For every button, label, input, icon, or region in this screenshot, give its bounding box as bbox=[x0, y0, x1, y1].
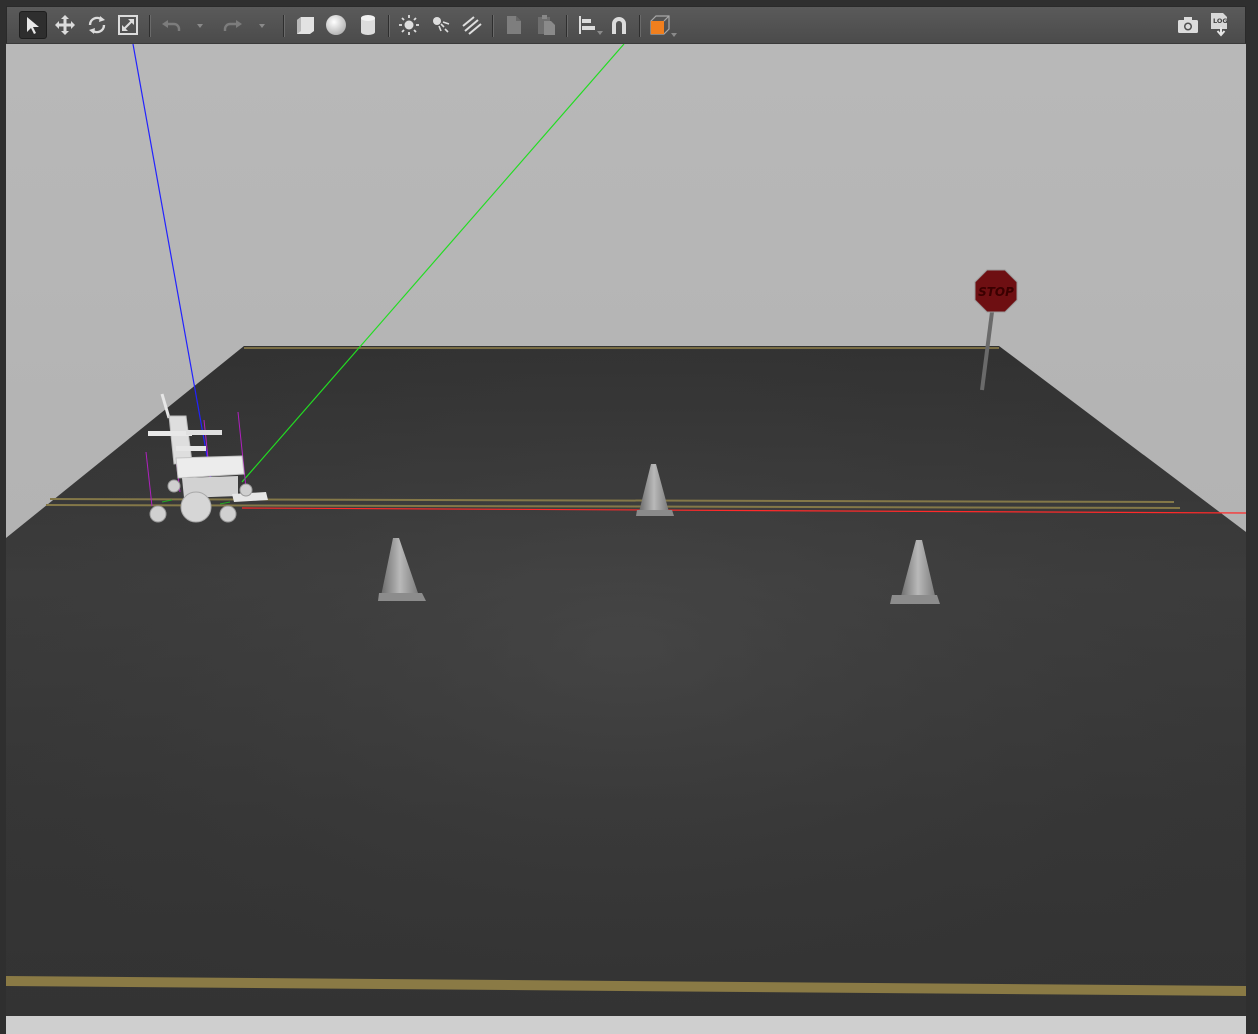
toolbar-separator bbox=[566, 15, 568, 37]
cone-base bbox=[378, 593, 426, 601]
screenshot-button[interactable] bbox=[1174, 11, 1202, 39]
wheelchair-drive-wheel bbox=[180, 491, 212, 523]
box-shape-icon bbox=[297, 17, 314, 34]
copy-button[interactable] bbox=[500, 11, 528, 39]
arrow-cursor-icon bbox=[27, 17, 39, 34]
view-angle-button[interactable] bbox=[646, 11, 674, 39]
undo-button[interactable] bbox=[157, 11, 185, 39]
point-light-icon bbox=[399, 15, 419, 35]
redo-button[interactable] bbox=[219, 11, 247, 39]
toolbar-separator bbox=[492, 15, 494, 37]
align-icon bbox=[579, 16, 595, 34]
redo-history-dropdown[interactable] bbox=[259, 24, 265, 28]
copy-icon bbox=[507, 16, 521, 34]
wheelchair-armrest bbox=[176, 446, 206, 451]
spot-light-icon bbox=[433, 17, 450, 33]
point-light-button[interactable] bbox=[395, 11, 423, 39]
bottom-panel-edge bbox=[6, 1016, 1246, 1034]
wheelchair-armrest bbox=[186, 430, 222, 435]
spot-light-button[interactable] bbox=[427, 11, 455, 39]
window-right-border bbox=[1246, 0, 1258, 1034]
toolbar: LOG bbox=[6, 6, 1246, 44]
view-cube-icon bbox=[650, 15, 670, 35]
view-angle-dropdown[interactable] bbox=[671, 33, 677, 37]
log-icon: LOG bbox=[1211, 13, 1228, 37]
sphere-shape-icon bbox=[326, 15, 346, 35]
align-dropdown[interactable] bbox=[597, 31, 603, 35]
move-arrows-icon bbox=[55, 15, 75, 35]
magnet-icon bbox=[612, 17, 626, 34]
log-button[interactable]: LOG bbox=[1205, 11, 1233, 39]
toolbar-separator bbox=[149, 15, 151, 37]
translate-mode-button[interactable] bbox=[51, 11, 79, 39]
scene-render: STOP bbox=[6, 44, 1246, 1016]
wheelchair-caster-wheel bbox=[149, 505, 167, 523]
insert-sphere-button[interactable] bbox=[322, 11, 350, 39]
camera-icon bbox=[1178, 17, 1198, 33]
wheelchair-caster-wheel bbox=[219, 505, 237, 523]
directional-light-icon bbox=[462, 16, 482, 35]
undo-history-dropdown[interactable] bbox=[197, 24, 203, 28]
gazebo-window: LOG STOP bbox=[0, 0, 1258, 1034]
rotate-icon bbox=[88, 16, 106, 34]
log-label: LOG bbox=[1213, 17, 1228, 25]
stop-sign-text: STOP bbox=[978, 285, 1014, 299]
wheelchair-caster-wheel bbox=[239, 483, 253, 497]
wheelchair-seat bbox=[175, 455, 245, 479]
toolbar-separator bbox=[283, 15, 285, 37]
undo-icon bbox=[162, 20, 181, 31]
insert-cylinder-button[interactable] bbox=[354, 11, 382, 39]
rotate-mode-button[interactable] bbox=[83, 11, 111, 39]
snap-button[interactable] bbox=[605, 11, 633, 39]
directional-light-button[interactable] bbox=[458, 11, 486, 39]
scale-icon bbox=[118, 15, 138, 35]
cone-base bbox=[890, 595, 940, 604]
cone-base bbox=[636, 510, 674, 516]
3d-viewport[interactable]: STOP bbox=[6, 44, 1246, 1016]
wheelchair-armrest bbox=[148, 431, 192, 436]
cylinder-shape-icon bbox=[361, 15, 375, 35]
redo-icon bbox=[223, 20, 242, 31]
toolbar-separator bbox=[388, 15, 390, 37]
select-mode-button[interactable] bbox=[19, 11, 47, 39]
toolbar-separator bbox=[639, 15, 641, 37]
insert-box-button[interactable] bbox=[291, 11, 319, 39]
paste-icon bbox=[538, 15, 555, 35]
wheelchair-caster-wheel bbox=[167, 479, 181, 493]
scale-mode-button[interactable] bbox=[114, 11, 142, 39]
paste-button[interactable] bbox=[532, 11, 560, 39]
